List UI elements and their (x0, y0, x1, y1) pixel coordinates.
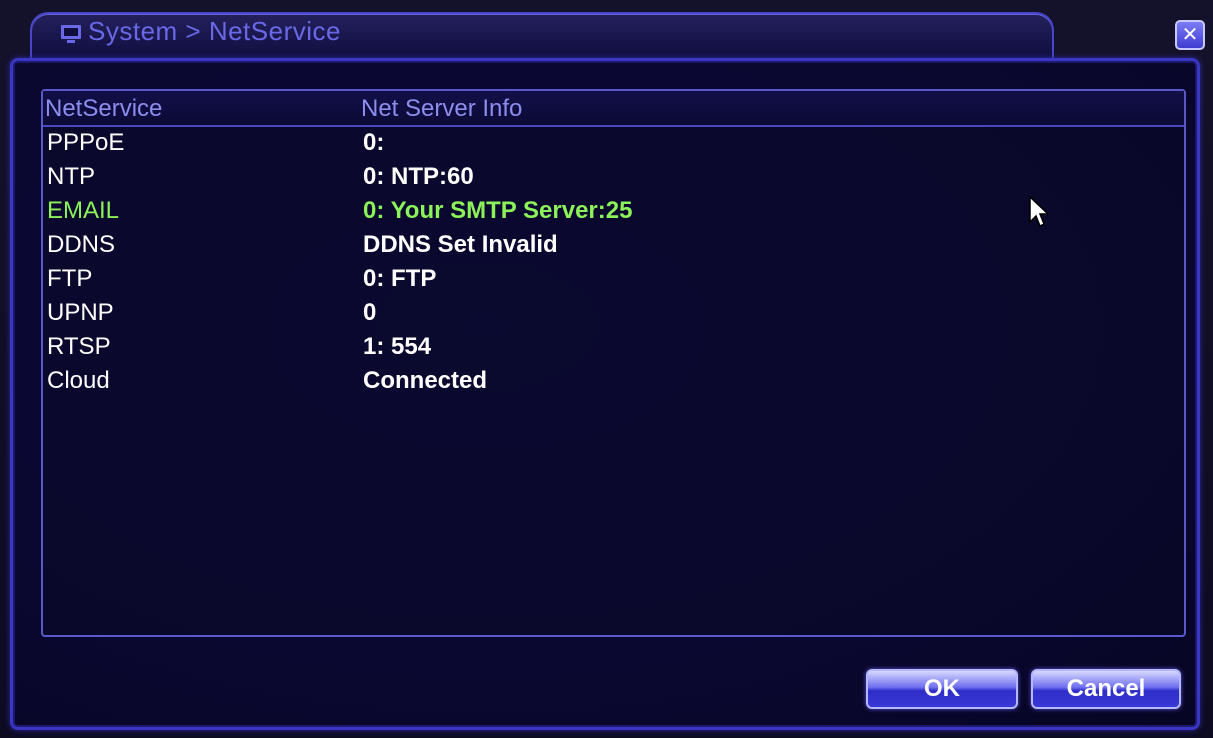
service-name: NTP (47, 163, 95, 190)
column-header-net-server-info: Net Server Info (361, 95, 523, 122)
service-name: EMAIL (47, 197, 120, 224)
list-row-ntp[interactable]: NTP 0: NTP:60 (43, 161, 1184, 195)
service-info: 0: (363, 129, 385, 156)
list-header: NetService Net Server Info (43, 91, 1184, 127)
list-row-pppoe[interactable]: PPPoE 0: (43, 127, 1184, 161)
mouse-pointer-icon (1029, 196, 1048, 228)
service-info: 0 (363, 299, 377, 326)
service-info: 0: FTP (363, 265, 437, 292)
service-name: PPPoE (47, 129, 125, 156)
list-row-upnp[interactable]: UPNP 0 (43, 297, 1184, 331)
list-row-ftp[interactable]: FTP 0: FTP (43, 263, 1184, 297)
service-info: 1: 554 (363, 333, 432, 360)
cancel-button[interactable]: Cancel (1031, 669, 1181, 709)
service-info: 0: Your SMTP Server:25 (363, 197, 633, 224)
service-info: Connected (363, 367, 488, 394)
list-row-rtsp[interactable]: RTSP 1: 554 (43, 331, 1184, 365)
list-rows: PPPoE 0: NTP 0: NTP:60 EMAIL 0: Your SMT… (43, 127, 1184, 399)
service-name: Cloud (47, 367, 110, 394)
list-row-email[interactable]: EMAIL 0: Your SMTP Server:25 (43, 195, 1184, 229)
service-name: UPNP (47, 299, 114, 326)
column-header-netservice: NetService (45, 95, 163, 122)
service-name: FTP (47, 265, 93, 292)
netservice-dialog: NetService Net Server Info PPPoE 0: NTP … (10, 58, 1200, 730)
service-name: DDNS (47, 231, 116, 258)
service-info: DDNS Set Invalid (363, 231, 558, 258)
ok-button[interactable]: OK (866, 669, 1018, 709)
list-row-ddns[interactable]: DDNS DDNS Set Invalid (43, 229, 1184, 263)
service-info: 0: NTP:60 (363, 163, 474, 190)
window-title: System > NetService (88, 16, 341, 46)
service-name: RTSP (47, 333, 111, 360)
close-icon[interactable]: ✕ (1175, 20, 1205, 50)
title-bar: System > NetService (60, 16, 341, 47)
list-row-cloud[interactable]: Cloud Connected (43, 365, 1184, 399)
monitor-icon (60, 21, 82, 43)
netservice-list: NetService Net Server Info PPPoE 0: NTP … (41, 89, 1186, 637)
